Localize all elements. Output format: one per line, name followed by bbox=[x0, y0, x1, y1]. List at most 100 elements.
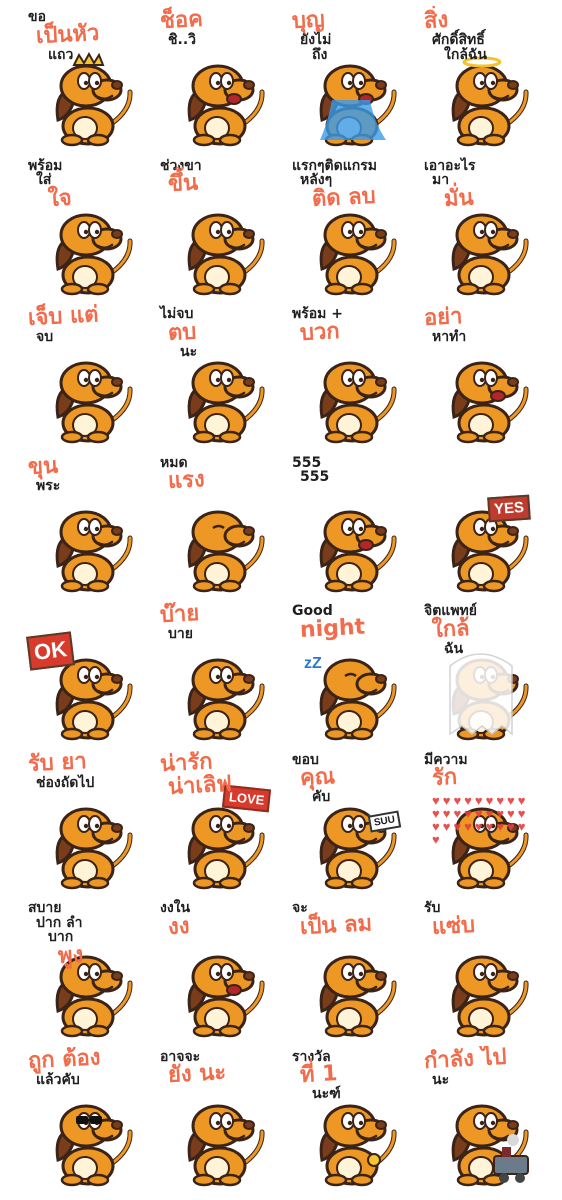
tired-dog-illustration bbox=[187, 510, 265, 592]
caption-line: บุญ bbox=[291, 7, 326, 34]
sticker-question-dog[interactable]: เอาอะไร มา มั่น bbox=[414, 155, 546, 304]
sticker-surprised-dog[interactable]: อย่า หาทำ bbox=[414, 303, 546, 452]
sticker-caption: ขอ เป็นหัว แถว bbox=[28, 10, 142, 62]
caption-line: บวก bbox=[299, 318, 341, 346]
caption-line: ฉัน bbox=[444, 640, 464, 657]
caption-line: นะ bbox=[432, 1071, 450, 1088]
sticker-fainting-dog[interactable]: จะ เป็น ลม bbox=[282, 897, 414, 1046]
sticker-rolling-dog[interactable]: ช่วงขา ขึ้น bbox=[150, 155, 282, 304]
sticker-caption: เจ็บ แต่ จบ bbox=[27, 303, 142, 345]
caption-line: ช่องถัดไป bbox=[36, 774, 95, 791]
sticker-peeking-dog[interactable]: พร้อม ใส่ ใจ bbox=[18, 155, 150, 304]
sticker-caption: ถูก ต้อง แล้วคับ bbox=[27, 1046, 142, 1088]
sticker-caption: สบาย ปาก ลำ บาก พูง bbox=[28, 901, 142, 970]
caption-line: ศักดิ์สิทธิ์ bbox=[432, 32, 485, 49]
crowned-dog-illustration bbox=[55, 52, 133, 147]
sticker-angry-dog[interactable]: ไม่จบ ตบ นะ bbox=[150, 303, 282, 452]
sticker-love-sign-dog[interactable]: น่ารัก น่าเลิฟ LOVE bbox=[150, 749, 282, 898]
caption-line: เป็น ลม bbox=[299, 910, 373, 940]
caption-line: พูง bbox=[57, 942, 84, 970]
sticker-ghost-dog[interactable]: จิตแพทย์ ใกล้ ฉัน bbox=[414, 600, 546, 749]
phone-dog-illustration bbox=[319, 213, 397, 295]
winner-dog-illustration bbox=[319, 1104, 397, 1186]
sticker-flexing-dog[interactable]: พร้อม + บวก bbox=[282, 303, 414, 452]
caption-line: แถว bbox=[48, 46, 74, 63]
waving-dog-illustration bbox=[187, 658, 265, 741]
sticker-caption: ขุน พระ bbox=[27, 453, 142, 494]
ghost-dog-illustration bbox=[449, 653, 529, 741]
sticker-caption: บ๊าย บาย bbox=[159, 601, 274, 642]
caption-line: ที่ 1 bbox=[299, 1061, 339, 1089]
sticker-caption: ไม่จบ ตบ นะ bbox=[160, 307, 274, 359]
sticker-tired-dog[interactable]: หมด แรง bbox=[150, 452, 282, 601]
sticker-full-dog[interactable]: สบาย ปาก ลำ บาก พูง bbox=[18, 897, 150, 1046]
sticker-shocked-dog[interactable]: ช็อค ชิ..วิ bbox=[150, 6, 282, 155]
sticker-caption: ขอบ คุณ คับ bbox=[292, 752, 406, 805]
sticker-caption: พร้อม ใส่ ใจ bbox=[28, 157, 142, 212]
pointing-dog-illustration bbox=[55, 807, 133, 889]
caption-line: อย่า bbox=[423, 304, 464, 331]
sticker-caption: หมด แรง bbox=[160, 455, 274, 495]
sticker-crying-dog[interactable]: บุญ ยังไม่ ถึง bbox=[282, 6, 414, 155]
sticker-caption: อย่า หาทำ bbox=[423, 304, 538, 345]
caption-line: ช็อค bbox=[159, 6, 204, 34]
sticker-spiky-dog[interactable]: ขุน พระ bbox=[18, 452, 150, 601]
crying-dog-illustration bbox=[319, 64, 397, 147]
fainting-dog-illustration bbox=[319, 955, 397, 1038]
caption-line: พระ bbox=[36, 477, 61, 494]
sticker-waving-dog[interactable]: บ๊าย บาย bbox=[150, 600, 282, 749]
flexing-dog-illustration bbox=[319, 361, 397, 444]
sticker-caption: น่ารัก น่าเลิฟ bbox=[159, 749, 274, 800]
sticker-grid: ขอ เป็นหัว แถว ช็อค ชิ..วิ บุญ ยังไม่ ถึง สิ่ง ศั… bbox=[18, 6, 546, 1194]
caption-line: งง bbox=[167, 913, 191, 940]
sticker-phone-call-dog[interactable]: อาจจะ ยัง นะ bbox=[150, 1046, 282, 1195]
caption-line: ชิ..วิ bbox=[168, 32, 196, 49]
hearts-decoration: ♥♥♥♥♥♥♥♥♥♥♥♥♥♥♥♥♥♥♥♥♥♥♥♥♥♥♥♥ bbox=[432, 792, 529, 847]
sticker-caption: แรกๆติดแกรม หลังๆ ติด ลบ bbox=[292, 158, 406, 212]
sticker-happy-dog[interactable]: รับ แซ่บ bbox=[414, 897, 546, 1046]
sticker-phone-dog[interactable]: แรกๆติดแกรม หลังๆ ติด ลบ bbox=[282, 155, 414, 304]
caption-line: ขุน bbox=[27, 452, 59, 480]
sticker-caption: 555 555 bbox=[292, 454, 406, 486]
sticker-halo-dog[interactable]: สิ่ง ศักดิ์สิทธิ์ ใกล้ฉัน bbox=[414, 6, 546, 155]
sticker-sleeping-dog[interactable]: Good night zZ bbox=[282, 600, 414, 749]
caption-line: พร้อม bbox=[28, 157, 63, 174]
sticker-hearts-dog[interactable]: มีความ รัก ♥♥♥♥♥♥♥♥♥♥♥♥♥♥♥♥♥♥♥♥♥♥♥♥♥♥♥♥ bbox=[414, 749, 546, 898]
caption-line: น่าเลิฟ bbox=[167, 771, 233, 800]
question-dog-illustration bbox=[451, 213, 529, 295]
sticker-crowned-dog[interactable]: ขอ เป็นหัว แถว bbox=[18, 6, 150, 155]
caption-line: ตบ bbox=[167, 319, 197, 346]
sticker-ok-sign-dog[interactable]: OK bbox=[18, 600, 150, 749]
sticker-sunglasses-dog[interactable]: ถูก ต้อง แล้วคับ bbox=[18, 1046, 150, 1195]
slipping-dog-illustration bbox=[55, 361, 133, 444]
sticker-dizzy-dog[interactable]: งงใน งง bbox=[150, 897, 282, 1046]
sticker-caption: มีความ รัก bbox=[424, 752, 538, 791]
caption-line: รับ ยา bbox=[27, 748, 88, 777]
sticker-caption: สิ่ง ศักดิ์สิทธิ์ ใกล้ฉัน bbox=[423, 8, 538, 62]
sticker-caption: จะ เป็น ลม bbox=[292, 901, 406, 940]
sticker-caption: เอาอะไร มา มั่น bbox=[424, 158, 538, 212]
sticker-laughing-dog[interactable]: 555 555 bbox=[282, 452, 414, 601]
sticker-thankful-dog[interactable]: ขอบ คุณ คับ SUU bbox=[282, 749, 414, 898]
angry-dog-illustration bbox=[187, 361, 265, 444]
caption-line: 555 bbox=[292, 454, 322, 471]
caption-line: 555 bbox=[300, 469, 330, 486]
svg-text:zZ: zZ bbox=[304, 655, 322, 672]
sticker-sign: YES bbox=[487, 494, 531, 522]
caption-line: ยังไม่ bbox=[300, 32, 332, 49]
caption-line: บ๊าย bbox=[159, 600, 200, 628]
sticker-caption: ช็อค ชิ..วิ bbox=[159, 7, 274, 49]
caption-line: คุณ bbox=[299, 764, 336, 792]
dizzy-dog-illustration bbox=[187, 955, 265, 1038]
sticker-slipping-dog[interactable]: เจ็บ แต่ จบ bbox=[18, 303, 150, 452]
spiky-dog-illustration bbox=[55, 510, 133, 592]
caption-line: นะฑ์ bbox=[312, 1086, 341, 1103]
caption-line: แรง bbox=[167, 467, 206, 495]
sticker-pointing-dog[interactable]: รับ ยา ช่องถัดไป bbox=[18, 749, 150, 898]
sticker-train-dog[interactable]: กำลัง ไป นะ bbox=[414, 1046, 546, 1195]
sticker-caption: พร้อม + บวก bbox=[292, 307, 406, 346]
caption-line: ปาก ลำ bbox=[36, 914, 83, 931]
caption-line: ใจ bbox=[47, 185, 73, 212]
sticker-yes-sign-dog[interactable]: YES bbox=[414, 452, 546, 601]
sticker-winner-dog[interactable]: รางวัล ที่ 1 นะฑ์ bbox=[282, 1046, 414, 1195]
